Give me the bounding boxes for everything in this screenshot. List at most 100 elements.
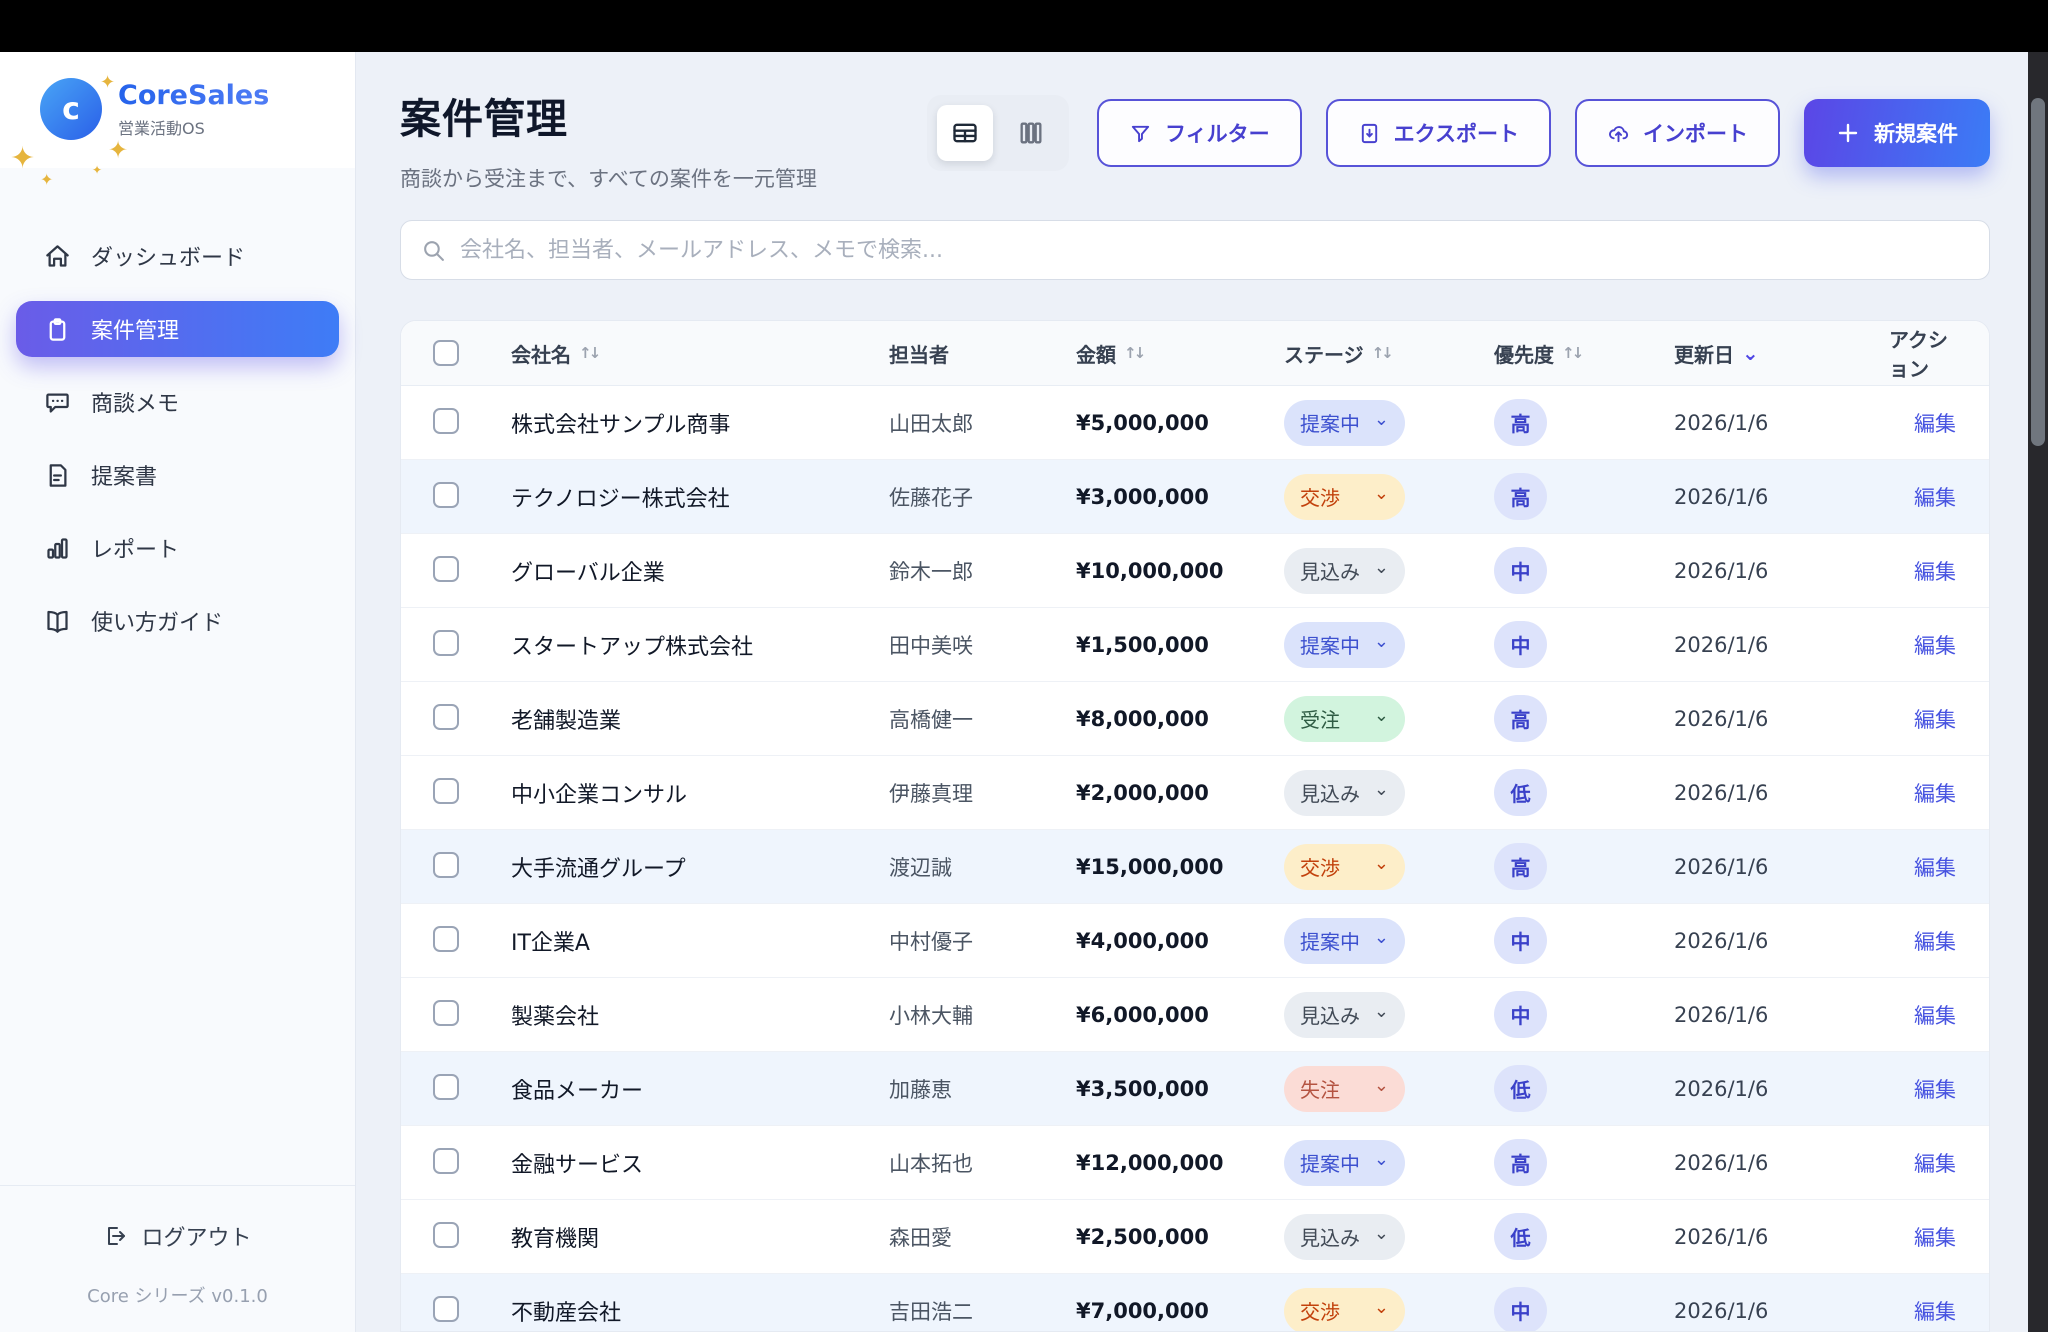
stage-select[interactable]: 交渉 ⌄: [1284, 474, 1405, 520]
stage-select[interactable]: 提案中 ⌄: [1284, 622, 1405, 668]
owner-name: 佐藤花子: [889, 482, 1076, 512]
company-name: 株式会社サンプル商事: [511, 407, 889, 439]
filter-label: フィルター: [1165, 118, 1270, 148]
row-checkbox[interactable]: [433, 630, 459, 656]
edit-link[interactable]: 編集: [1914, 486, 1956, 510]
edit-link[interactable]: 編集: [1914, 856, 1956, 880]
stage-select[interactable]: 提案中 ⌄: [1284, 918, 1405, 964]
updated-date: 2026/1/6: [1674, 707, 1889, 731]
cloud-upload-icon: [1607, 122, 1630, 145]
row-checkbox[interactable]: [433, 1000, 459, 1026]
page-scrollbar[interactable]: [2028, 52, 2048, 1332]
sort-icon: ↑↓: [1124, 344, 1143, 362]
main-content: 案件管理 商談から受注まで、すべての案件を一元管理 フィルター: [356, 52, 2028, 1332]
table-row: 大手流通グループ 渡辺誠 ¥15,000,000 交渉 ⌄ 高 2026/1/6…: [401, 830, 1989, 904]
owner-name: 渡辺誠: [889, 852, 1076, 882]
stage-label: 見込み: [1300, 1000, 1360, 1029]
edit-link[interactable]: 編集: [1914, 782, 1956, 806]
edit-link[interactable]: 編集: [1914, 708, 1956, 732]
priority-badge: 高: [1494, 695, 1547, 742]
sidebar-item-dashboard[interactable]: ダッシュボード: [16, 228, 339, 284]
stage-label: 失注: [1300, 1074, 1340, 1103]
column-header-amount[interactable]: 金額 ↑↓: [1076, 339, 1284, 368]
row-checkbox[interactable]: [433, 556, 459, 582]
logout-button[interactable]: ログアウト: [0, 1220, 355, 1252]
edit-link[interactable]: 編集: [1914, 634, 1956, 658]
stage-select[interactable]: 見込み ⌄: [1284, 548, 1405, 594]
sort-desc-icon: ⌄: [1742, 347, 1759, 359]
sidebar: ✦ ✦ ✦ ✦ ✦ c CoreSales 営業活動OS ダッシュボード 案件管…: [0, 52, 356, 1332]
import-button[interactable]: インポート: [1575, 99, 1780, 167]
scrollbar-thumb[interactable]: [2031, 98, 2045, 446]
stage-select[interactable]: 交渉 ⌄: [1284, 1288, 1405, 1332]
priority-badge: 中: [1494, 547, 1547, 594]
kanban-view-button[interactable]: [1003, 105, 1059, 161]
edit-link[interactable]: 編集: [1914, 1004, 1956, 1028]
row-checkbox[interactable]: [433, 482, 459, 508]
column-header-priority[interactable]: 優先度 ↑↓: [1474, 339, 1674, 368]
stage-select[interactable]: 提案中 ⌄: [1284, 400, 1405, 446]
stage-label: 受注: [1300, 704, 1340, 733]
sidebar-item-label: 商談メモ: [91, 386, 179, 418]
column-header-updated[interactable]: 更新日 ⌄: [1674, 339, 1889, 368]
stage-select[interactable]: 見込み ⌄: [1284, 992, 1405, 1038]
browser-top-bar: [0, 0, 2048, 52]
edit-link[interactable]: 編集: [1914, 1078, 1956, 1102]
row-checkbox[interactable]: [433, 852, 459, 878]
company-name: 中小企業コンサル: [511, 777, 889, 809]
stage-select[interactable]: 提案中 ⌄: [1284, 1140, 1405, 1186]
company-name: 老舗製造業: [511, 703, 889, 735]
edit-link[interactable]: 編集: [1914, 1226, 1956, 1250]
table-body: 株式会社サンプル商事 山田太郎 ¥5,000,000 提案中 ⌄ 高 2026/…: [401, 386, 1989, 1332]
book-icon: [44, 608, 71, 635]
row-checkbox[interactable]: [433, 704, 459, 730]
row-checkbox[interactable]: [433, 408, 459, 434]
table-view-button[interactable]: [937, 105, 993, 161]
edit-link[interactable]: 編集: [1914, 412, 1956, 436]
row-checkbox[interactable]: [433, 778, 459, 804]
column-header-actions: アクション: [1889, 324, 1956, 382]
row-checkbox[interactable]: [433, 1148, 459, 1174]
sidebar-item-reports[interactable]: レポート: [16, 520, 339, 576]
owner-name: 吉田浩二: [889, 1296, 1076, 1326]
edit-link[interactable]: 編集: [1914, 1152, 1956, 1176]
table-view-icon: [951, 119, 979, 147]
edit-link[interactable]: 編集: [1914, 930, 1956, 954]
file-download-icon: [1358, 122, 1381, 145]
table-row: IT企業A 中村優子 ¥4,000,000 提案中 ⌄ 中 2026/1/6 編…: [401, 904, 1989, 978]
priority-badge: 高: [1494, 399, 1547, 446]
sparkle-icon: ✦: [100, 74, 115, 92]
stage-select[interactable]: 失注 ⌄: [1284, 1066, 1405, 1112]
row-checkbox[interactable]: [433, 1222, 459, 1248]
view-toggle: [927, 95, 1069, 171]
new-deal-button[interactable]: 新規案件: [1804, 99, 1990, 167]
select-all-checkbox[interactable]: [433, 340, 459, 366]
clipboard-icon: [44, 316, 71, 343]
filter-button[interactable]: フィルター: [1097, 99, 1302, 167]
edit-link[interactable]: 編集: [1914, 560, 1956, 584]
column-header-company[interactable]: 会社名 ↑↓: [511, 339, 889, 368]
stage-select[interactable]: 見込み ⌄: [1284, 770, 1405, 816]
chevron-down-icon: ⌄: [1374, 489, 1389, 498]
deal-amount: ¥4,000,000: [1076, 929, 1284, 953]
sidebar-item-guide[interactable]: 使い方ガイド: [16, 593, 339, 649]
search-bar[interactable]: [400, 220, 1990, 280]
sidebar-item-deals[interactable]: 案件管理: [16, 301, 339, 357]
sidebar-item-meeting-notes[interactable]: 商談メモ: [16, 374, 339, 430]
sidebar-item-proposals[interactable]: 提案書: [16, 447, 339, 503]
stage-label: 交渉: [1300, 1296, 1340, 1325]
export-button[interactable]: エクスポート: [1326, 99, 1551, 167]
column-header-stage[interactable]: ステージ ↑↓: [1284, 339, 1474, 368]
stage-select[interactable]: 交渉 ⌄: [1284, 844, 1405, 890]
edit-link[interactable]: 編集: [1914, 1300, 1956, 1324]
stage-select[interactable]: 受注 ⌄: [1284, 696, 1405, 742]
row-checkbox[interactable]: [433, 926, 459, 952]
chat-icon: [44, 389, 71, 416]
stage-select[interactable]: 見込み ⌄: [1284, 1214, 1405, 1260]
search-input[interactable]: [460, 238, 1969, 263]
row-checkbox[interactable]: [433, 1296, 459, 1322]
updated-date: 2026/1/6: [1674, 411, 1889, 435]
chevron-down-icon: ⌄: [1374, 785, 1389, 794]
stage-label: 提案中: [1300, 408, 1360, 437]
row-checkbox[interactable]: [433, 1074, 459, 1100]
